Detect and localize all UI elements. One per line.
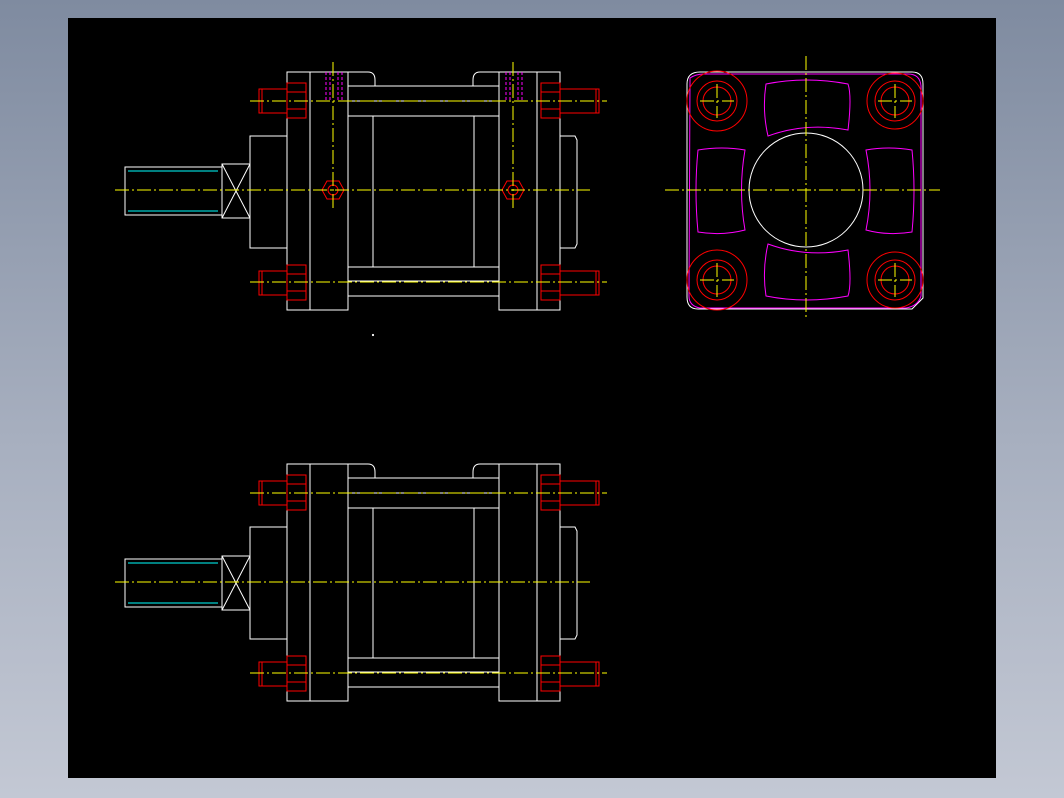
lower-bolt-br: [560, 662, 599, 686]
left-cap-body: [310, 72, 348, 310]
left-cap-lug: [348, 72, 375, 86]
front-view: [115, 62, 607, 310]
centerlines-front: [115, 62, 607, 282]
lower-rod-boss: [250, 527, 287, 639]
lower-rod-thread: [125, 559, 222, 607]
rod-thread-outline: [125, 167, 222, 215]
lower-barrel: [348, 508, 499, 658]
tie-rod-top: [348, 86, 499, 101]
lower-tie-rod-bottom: [348, 672, 499, 687]
stray-point: [372, 334, 373, 335]
port-bore-hidden-left: [326, 72, 342, 100]
right-cap-lug: [473, 72, 499, 86]
lower-rear-boss: [560, 527, 577, 639]
rod-boss: [250, 136, 287, 248]
bolt-shank-bl: [259, 271, 287, 295]
centerlines-end: [665, 56, 940, 318]
end-view: [665, 56, 940, 318]
lower-tie-rod-top: [348, 478, 499, 493]
bolt-shank-br: [560, 271, 599, 295]
cap-pockets: [689, 74, 921, 308]
cad-drawing: [68, 18, 996, 778]
rear-boss: [560, 136, 577, 248]
port-bore-hidden-right: [506, 72, 522, 100]
tie-rod-bottom: [348, 281, 499, 296]
centerlines-lower: [115, 493, 607, 673]
lower-view: [115, 464, 607, 701]
lower-bolt-bl: [259, 662, 287, 686]
drawing-canvas: [68, 18, 996, 778]
barrel: [348, 116, 499, 267]
